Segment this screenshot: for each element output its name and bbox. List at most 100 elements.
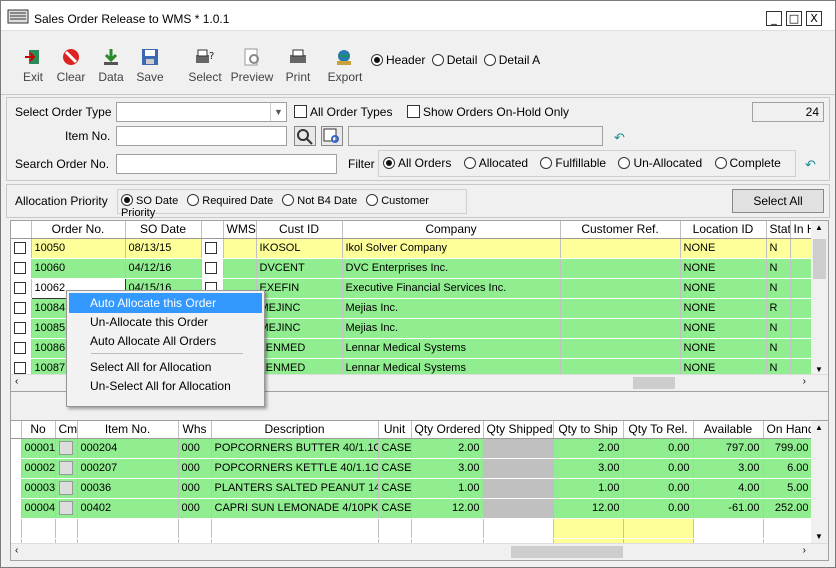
row-select-checkbox[interactable] (11, 238, 32, 259)
available-cell[interactable]: 797.00 (693, 438, 764, 459)
orders-col-header[interactable]: WMS (223, 221, 257, 239)
customer-ref-cell[interactable] (560, 238, 681, 259)
customer-ref-cell[interactable] (560, 318, 681, 339)
view-radio-header[interactable]: Header (371, 53, 425, 67)
detail-col-header[interactable]: Cm (55, 421, 78, 439)
orders-col-header[interactable]: Company (342, 221, 561, 239)
qty-shipped-cell[interactable] (483, 458, 554, 479)
available-cell[interactable]: 3.00 (693, 458, 764, 479)
search-order-input[interactable] (116, 154, 337, 174)
in-hold-cell[interactable] (790, 338, 813, 359)
on-hand-cell[interactable]: 5.00 (763, 478, 813, 499)
row-select-checkbox[interactable] (11, 338, 32, 359)
select-all-button[interactable]: Select All (732, 189, 824, 213)
cust-id-cell[interactable]: EXEFIN (256, 278, 343, 299)
company-cell[interactable]: Lennar Medical Systems (342, 338, 561, 359)
company-cell[interactable]: Mejias Inc. (342, 318, 561, 339)
orders-col-header[interactable]: In H (790, 221, 813, 239)
orders-col-header[interactable]: SO Date (125, 221, 202, 239)
minimize-button[interactable]: _ (766, 11, 782, 26)
line-no-cell[interactable]: 00003 (21, 478, 56, 499)
preview-button[interactable]: Preview (230, 47, 274, 84)
comment-cell[interactable] (55, 438, 78, 459)
menu-auto-allocate-order[interactable]: Auto Allocate this Order (69, 293, 262, 313)
detail-empty-row[interactable] (11, 518, 813, 539)
cust-id-cell[interactable]: IKOSOL (256, 238, 343, 259)
description-cell[interactable]: POPCORNERS BUTTER 40/1.1OZ (211, 438, 379, 459)
unit-cell[interactable]: CASE (378, 498, 412, 519)
detail-col-header[interactable]: Qty To Rel. (623, 421, 694, 439)
company-cell[interactable]: DVC Enterprises Inc. (342, 258, 561, 279)
unit-cell[interactable]: CASE (378, 458, 412, 479)
qty-to-rel-cell[interactable]: 0.00 (623, 458, 694, 479)
item-lookup-button[interactable] (321, 126, 343, 146)
filter-fulfillable[interactable]: Fulfillable (540, 156, 606, 170)
filter-complete[interactable]: Complete (714, 156, 781, 170)
export-button[interactable]: Export (326, 47, 364, 84)
row-select-checkbox[interactable] (11, 278, 32, 299)
status-cell[interactable]: N (766, 258, 791, 279)
detail-col-header[interactable]: Qty Ordered (411, 421, 484, 439)
order-row[interactable]: 10050 08/13/15 IKOSOL Ikol Solver Company NO… (11, 238, 813, 259)
item-no-cell[interactable]: 000207 (77, 458, 179, 479)
detail-col-header[interactable]: Qty Shipped (483, 421, 554, 439)
detail-col-header[interactable]: On Hand (763, 421, 813, 439)
detail-row[interactable]: 00003 00036 000 PLANTERS SALTED PEANUT 144/… (11, 478, 813, 499)
wms-checkbox[interactable] (201, 238, 224, 259)
menu-unselect-all-allocation[interactable]: Un-Select All for Allocation (69, 376, 262, 396)
detail-col-header[interactable]: Available (693, 421, 764, 439)
orders-col-header[interactable]: Order No. (31, 221, 126, 239)
close-button[interactable]: X (806, 11, 822, 26)
qty-to-ship-cell[interactable]: 12.00 (553, 498, 624, 519)
whs-cell[interactable]: 000 (178, 458, 212, 479)
in-hold-cell[interactable] (790, 318, 813, 339)
in-hold-cell[interactable] (790, 278, 813, 299)
row-select-checkbox[interactable] (11, 318, 32, 339)
orders-col-header[interactable]: Location ID (680, 221, 767, 239)
cust-id-cell[interactable]: DVCENT (256, 258, 343, 279)
detail-col-header[interactable]: No (21, 421, 56, 439)
onhold-only-checkbox[interactable]: Show Orders On-Hold Only (407, 105, 569, 119)
order-no-cell[interactable]: 10050 (31, 238, 126, 259)
location-cell[interactable]: NONE (680, 298, 767, 319)
line-no-cell[interactable]: 00001 (21, 438, 56, 459)
wms-cell[interactable] (223, 238, 257, 259)
on-hand-cell[interactable]: 799.00 (763, 438, 813, 459)
available-cell[interactable]: 4.00 (693, 478, 764, 499)
detail-col-header[interactable]: Unit (378, 421, 412, 439)
status-cell[interactable]: N (766, 278, 791, 299)
available-cell[interactable]: -61.00 (693, 498, 764, 519)
save-button[interactable]: Save (134, 47, 166, 84)
line-no-cell[interactable]: 00004 (21, 498, 56, 519)
wms-cell[interactable] (223, 258, 257, 279)
location-cell[interactable]: NONE (680, 338, 767, 359)
qty-ordered-cell[interactable]: 2.00 (411, 438, 484, 459)
filter-all-orders[interactable]: All Orders (383, 156, 451, 170)
status-cell[interactable]: N (766, 338, 791, 359)
in-hold-cell[interactable] (790, 238, 813, 259)
company-cell[interactable]: Mejias Inc. (342, 298, 561, 319)
item-search-button[interactable] (294, 126, 316, 146)
status-cell[interactable]: R (766, 298, 791, 319)
whs-cell[interactable]: 000 (178, 478, 212, 499)
detail-horizontal-scrollbar[interactable]: ‹ › (11, 543, 828, 560)
cust-id-cell[interactable]: LENMED (256, 338, 343, 359)
orders-vertical-scrollbar[interactable]: ▲ ▼ (811, 221, 828, 376)
orders-col-header[interactable] (11, 221, 32, 239)
unit-cell[interactable]: CASE (378, 438, 412, 459)
qty-to-ship-cell[interactable]: 3.00 (553, 458, 624, 479)
company-cell[interactable]: Executive Financial Services Inc. (342, 278, 561, 299)
comment-cell[interactable] (55, 498, 78, 519)
on-hand-cell[interactable]: 6.00 (763, 458, 813, 479)
qty-to-rel-cell[interactable]: 0.00 (623, 438, 694, 459)
whs-cell[interactable]: 000 (178, 498, 212, 519)
view-radio-detail-a[interactable]: Detail A (483, 53, 540, 67)
detail-row[interactable]: 00002 000207 000 POPCORNERS KETTLE 40/1.1OZ… (11, 458, 813, 479)
qty-ordered-cell[interactable]: 12.00 (411, 498, 484, 519)
detail-col-header[interactable]: Description (211, 421, 379, 439)
order-no-cell[interactable]: 10060 (31, 258, 126, 279)
cust-id-cell[interactable]: MEJINC (256, 318, 343, 339)
row-select-checkbox[interactable] (11, 258, 32, 279)
menu-unallocate-order[interactable]: Un-Allocate this Order (69, 312, 262, 332)
qty-ordered-cell[interactable]: 3.00 (411, 458, 484, 479)
